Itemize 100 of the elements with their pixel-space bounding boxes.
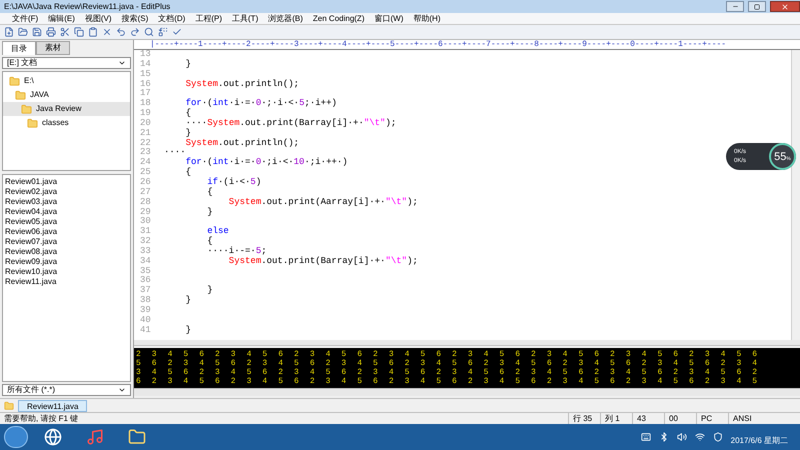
line-number: 39 xyxy=(140,306,152,316)
line-number: 16 xyxy=(140,80,152,89)
file-item[interactable]: Review06.java xyxy=(3,227,130,237)
caret-icon xyxy=(118,59,126,67)
file-item[interactable]: Review11.java xyxy=(3,277,130,287)
line-number: 36 xyxy=(140,276,152,286)
cut-icon[interactable] xyxy=(60,27,70,37)
tree-item[interactable]: JAVA xyxy=(3,88,130,102)
code-line: } xyxy=(206,285,213,296)
drive-dropdown[interactable]: [E:] 文档 xyxy=(2,57,131,69)
code-line: } xyxy=(206,206,213,216)
replace-icon[interactable] xyxy=(158,27,168,37)
scrollbar[interactable] xyxy=(134,388,800,396)
menu-item[interactable]: Zen Coding(Z) xyxy=(312,12,364,24)
file-item[interactable]: Review04.java xyxy=(3,207,130,217)
globe-icon[interactable] xyxy=(44,428,62,446)
file-item[interactable]: Review08.java xyxy=(3,247,130,257)
line-number: 19 xyxy=(140,109,152,119)
line-number: 23 xyxy=(140,148,152,158)
file-item[interactable]: Review01.java xyxy=(3,177,130,187)
output-line: 3 4 5 6 2 3 4 5 6 2 3 4 5 6 2 3 4 5 6 2 3 4 5 6 2 3 4 5 6 2 3 4 5 6 2 3 4 5 6 2 xyxy=(136,368,758,377)
menu-item[interactable]: 工程(P) xyxy=(195,12,222,24)
code-line: } xyxy=(184,324,192,335)
maximize-button[interactable] xyxy=(748,1,766,12)
close-icon[interactable] xyxy=(102,27,112,37)
code-line: ····System.out.print(Barray[i]·+·"\t"); xyxy=(184,118,396,128)
file-item[interactable]: Review03.java xyxy=(3,197,130,207)
filter-dropdown[interactable]: 所有文件 (*.*) xyxy=(2,384,131,396)
new-file-icon[interactable] xyxy=(4,27,14,37)
close-icon xyxy=(781,2,789,10)
line-number: 18 xyxy=(140,99,152,109)
check-icon[interactable] xyxy=(172,27,182,37)
tree-item[interactable]: classes xyxy=(3,116,130,130)
scrollbar[interactable] xyxy=(791,50,800,340)
scrollbar[interactable] xyxy=(134,340,800,346)
file-item[interactable]: Review07.java xyxy=(3,237,130,247)
file-item[interactable]: Review10.java xyxy=(3,267,130,277)
bluetooth-icon[interactable] xyxy=(658,432,669,442)
menu-item[interactable]: 浏览器(B) xyxy=(268,12,303,24)
printer-icon[interactable] xyxy=(46,27,56,37)
code-line: } xyxy=(184,58,192,69)
save-icon[interactable] xyxy=(32,27,42,37)
folder-icon xyxy=(9,76,20,86)
code-line: for·(int·i·=·0·;·i·<·5;·i++) xyxy=(184,98,337,108)
code-line: System.out.print(Aarray[i]·+·"\t"); xyxy=(228,196,418,207)
file-item[interactable]: Review02.java xyxy=(3,187,130,197)
output-line: 6 2 3 4 5 6 2 3 4 5 6 2 3 4 5 6 2 3 4 5 6 2 3 4 5 6 2 3 4 5 6 2 3 4 5 6 2 3 4 5 xyxy=(136,377,758,386)
file-item[interactable]: Review05.java xyxy=(3,217,130,227)
menu-item[interactable]: 窗口(W) xyxy=(374,12,404,24)
file-item[interactable]: Review09.java xyxy=(3,257,130,267)
sidebar-tab[interactable]: 素材 xyxy=(36,41,70,55)
keyboard-icon[interactable] xyxy=(640,432,651,442)
menu-item[interactable]: 文件(F) xyxy=(12,12,38,24)
code-line: { xyxy=(206,186,213,197)
caret-icon xyxy=(118,386,126,394)
folder-icon xyxy=(27,118,38,128)
sidebar-tab[interactable]: 目录 xyxy=(2,41,36,55)
tree-item[interactable]: Java Review xyxy=(3,102,130,116)
shield-icon[interactable] xyxy=(712,432,723,442)
code-line: for·(int·i·=·0·;i·<·10·;i·++·) xyxy=(184,157,348,168)
line-number: 26 xyxy=(140,178,152,188)
code-line: { xyxy=(206,236,213,246)
code-line: System.out.print(Barray[i]·+·"\t"); xyxy=(228,256,418,266)
signal-icon[interactable] xyxy=(694,432,705,442)
line-number: 41 xyxy=(140,326,152,336)
window-title: E:\JAVA\Java Review\Review11.java - EditPlus xyxy=(4,0,172,12)
tree-item[interactable]: E:\ xyxy=(3,74,130,88)
line-number: 14 xyxy=(140,60,152,70)
code-line: System.out.println(); xyxy=(184,138,300,148)
line-number: 35 xyxy=(140,266,152,276)
copy-icon[interactable] xyxy=(74,27,84,37)
line-number: 40 xyxy=(140,316,152,326)
document-tab[interactable]: Review11.java xyxy=(18,400,88,412)
code-line: } xyxy=(184,295,192,306)
redo-icon[interactable] xyxy=(130,27,140,37)
line-number: 24 xyxy=(140,158,152,168)
line-number: 28 xyxy=(140,198,152,208)
maximize-icon xyxy=(754,4,760,10)
menu-item[interactable]: 文档(D) xyxy=(158,12,186,24)
menu-item[interactable]: 帮助(H) xyxy=(413,12,440,24)
line-number: 30 xyxy=(140,217,152,227)
speaker-icon[interactable] xyxy=(676,432,687,442)
code-line: else xyxy=(206,226,229,236)
folder-icon[interactable] xyxy=(128,428,146,446)
taskbar-date: 2017/6/6 星期二 xyxy=(730,435,789,447)
menu-item[interactable]: 工具(T) xyxy=(232,12,258,24)
undo-icon[interactable] xyxy=(116,27,126,37)
search-icon[interactable] xyxy=(144,27,154,37)
start-button[interactable] xyxy=(4,426,28,448)
line-number: 17 xyxy=(140,89,152,99)
line-number: 20 xyxy=(140,118,152,129)
code-line: { xyxy=(184,108,192,118)
menu-item[interactable]: 编辑(E) xyxy=(48,12,75,24)
close-button[interactable] xyxy=(770,1,800,12)
menu-item[interactable]: 视图(V) xyxy=(84,12,112,24)
folder-icon[interactable] xyxy=(18,27,28,37)
line-number: 34 xyxy=(140,256,152,267)
menu-item[interactable]: 搜索(S) xyxy=(122,12,148,24)
line-number: 21 xyxy=(140,128,152,139)
paste-icon[interactable] xyxy=(88,27,98,37)
